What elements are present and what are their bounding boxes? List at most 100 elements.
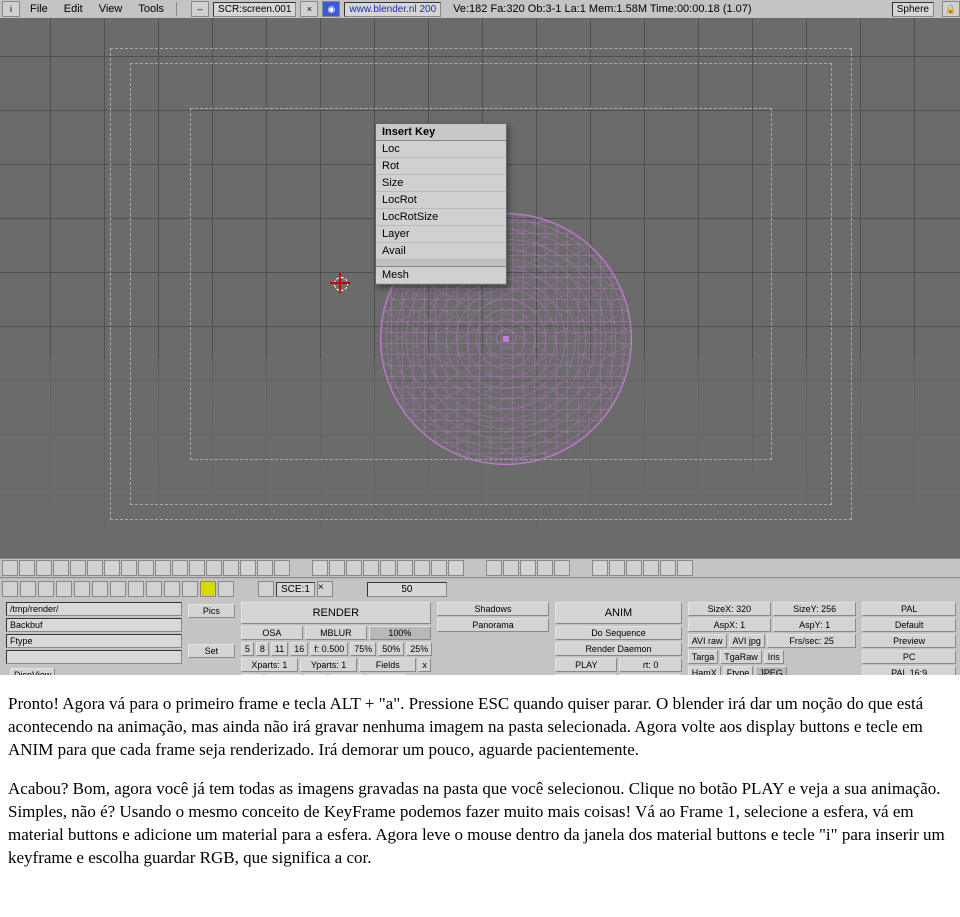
popup-item-size[interactable]: Size (376, 175, 506, 192)
backbuf-field[interactable]: Backbuf (6, 618, 182, 632)
pc-button[interactable]: PC (862, 650, 956, 664)
tool-icon[interactable] (677, 560, 693, 576)
tool-icon[interactable] (223, 560, 239, 576)
tool-icon[interactable] (660, 560, 676, 576)
tool-icon[interactable] (380, 560, 396, 576)
osa-button[interactable]: OSA (241, 626, 303, 640)
hdr-icon[interactable] (146, 581, 162, 597)
rt-field[interactable]: rt: 0 (619, 658, 681, 672)
default-button[interactable]: Default (862, 618, 956, 632)
close-x-icon[interactable]: × (317, 581, 333, 597)
render-path[interactable]: /tmp/render/ (6, 602, 182, 616)
bf-field[interactable]: f: 0.500 (310, 642, 348, 656)
popup-item-mesh[interactable]: Mesh (376, 267, 506, 284)
iris-button[interactable]: Iris (764, 650, 784, 664)
targa-button[interactable]: Targa (688, 650, 719, 664)
tool-icon[interactable] (87, 560, 103, 576)
tool-icon[interactable] (329, 560, 345, 576)
preview-button[interactable]: Preview (862, 634, 956, 648)
osa5-button[interactable]: 5 (241, 642, 254, 656)
dash-icon[interactable] (258, 581, 274, 597)
ftype2-button[interactable]: Ftype (723, 666, 754, 675)
tool-icon[interactable] (626, 560, 642, 576)
hdr-icon[interactable] (74, 581, 90, 597)
anim-button[interactable]: ANIM (555, 602, 681, 624)
sizex-field[interactable]: SizeX: 320 (688, 602, 771, 616)
tool-icon[interactable] (155, 560, 171, 576)
tool-icon[interactable] (19, 560, 35, 576)
xparts-field[interactable]: Xparts: 1 (241, 658, 298, 672)
tool-icon[interactable] (172, 560, 188, 576)
dosequence-button[interactable]: Do Sequence (555, 626, 681, 640)
sta-field[interactable]: Sta: 1 (555, 674, 617, 675)
p75-button[interactable]: 75% (350, 642, 376, 656)
tool-icon[interactable] (397, 560, 413, 576)
tgaraw-button[interactable]: TgaRaw (720, 650, 762, 664)
ftype-field[interactable]: Ftype (6, 634, 182, 648)
yparts-field[interactable]: Yparts: 1 (300, 658, 357, 672)
p50-button[interactable]: 50% (378, 642, 404, 656)
globe-icon[interactable]: ◉ (322, 1, 340, 17)
tool-icon[interactable] (53, 560, 69, 576)
tool-icon[interactable] (2, 560, 18, 576)
menu-edit[interactable]: Edit (58, 3, 89, 15)
tool-icon[interactable] (592, 560, 608, 576)
dispview-button[interactable]: DispView (10, 668, 55, 675)
menu-file[interactable]: File (24, 3, 54, 15)
tool-icon[interactable] (431, 560, 447, 576)
tool-icon[interactable] (274, 560, 290, 576)
hdr-icon[interactable] (20, 581, 36, 597)
panorama-button[interactable]: Panorama (437, 618, 549, 632)
tool-icon[interactable] (257, 560, 273, 576)
aviraw-button[interactable]: AVI raw (688, 634, 727, 648)
tool-icon[interactable] (537, 560, 553, 576)
set-button[interactable]: Set (188, 644, 235, 658)
avijpg-button[interactable]: AVI jpg (729, 634, 765, 648)
tool-icon[interactable] (363, 560, 379, 576)
x-button[interactable]: x (418, 658, 431, 672)
tool-icon[interactable] (448, 560, 464, 576)
mblur-button[interactable]: MBLUR (305, 626, 367, 640)
lock-icon[interactable]: 🔒 (942, 1, 960, 17)
hdr-icon[interactable] (2, 581, 18, 597)
end-field[interactable]: End: 100 (619, 674, 681, 675)
border-button[interactable]: Border (330, 674, 365, 675)
jpeg-button[interactable]: JPEG (755, 666, 787, 675)
hamx-button[interactable]: HamX (688, 666, 721, 675)
osa16-button[interactable]: 16 (290, 642, 308, 656)
3d-viewport[interactable]: Insert Key Loc Rot Size LocRot LocRotSiz… (0, 18, 960, 558)
osa8-button[interactable]: 8 (256, 642, 269, 656)
render-button[interactable]: RENDER (241, 602, 431, 624)
tool-icon[interactable] (346, 560, 362, 576)
popup-item-locrotsize[interactable]: LocRotSize (376, 209, 506, 226)
renderdaemon-button[interactable]: Render Daemon (555, 642, 681, 656)
hdr-icon[interactable] (164, 581, 180, 597)
tool-icon[interactable] (138, 560, 154, 576)
frsec-field[interactable]: Frs/sec: 25 (767, 634, 856, 648)
tool-icon[interactable] (643, 560, 659, 576)
hdr-icon[interactable] (218, 581, 234, 597)
tool-icon[interactable] (121, 560, 137, 576)
tool-icon[interactable] (486, 560, 502, 576)
popup-item-layer[interactable]: Layer (376, 226, 506, 243)
tool-icon[interactable] (554, 560, 570, 576)
tool-icon[interactable] (240, 560, 256, 576)
pct100-button[interactable]: 100% (369, 626, 431, 640)
shadows-button[interactable]: Shadows (437, 602, 549, 616)
osa11-button[interactable]: 11 (271, 642, 288, 656)
aspx-field[interactable]: AspX: 1 (688, 618, 771, 632)
popup-item-loc[interactable]: Loc (376, 141, 506, 158)
tool-icon[interactable] (414, 560, 430, 576)
hdr-icon[interactable] (182, 581, 198, 597)
tool-icon[interactable] (189, 560, 205, 576)
scr-field[interactable]: SCR:screen.001 (213, 2, 296, 17)
gamma-button[interactable]: Gamma (367, 674, 407, 675)
url-field[interactable]: www.blender.nl 200 (344, 2, 441, 17)
pics-button[interactable]: Pics (188, 604, 235, 618)
key-button[interactable]: Key (304, 674, 328, 675)
tool-icon[interactable] (520, 560, 536, 576)
tool-icon[interactable] (609, 560, 625, 576)
premul-button[interactable]: Premul (266, 674, 303, 675)
display-buttons-icon[interactable] (200, 581, 216, 597)
pal169-button[interactable]: PAL 16:9 (862, 666, 956, 675)
